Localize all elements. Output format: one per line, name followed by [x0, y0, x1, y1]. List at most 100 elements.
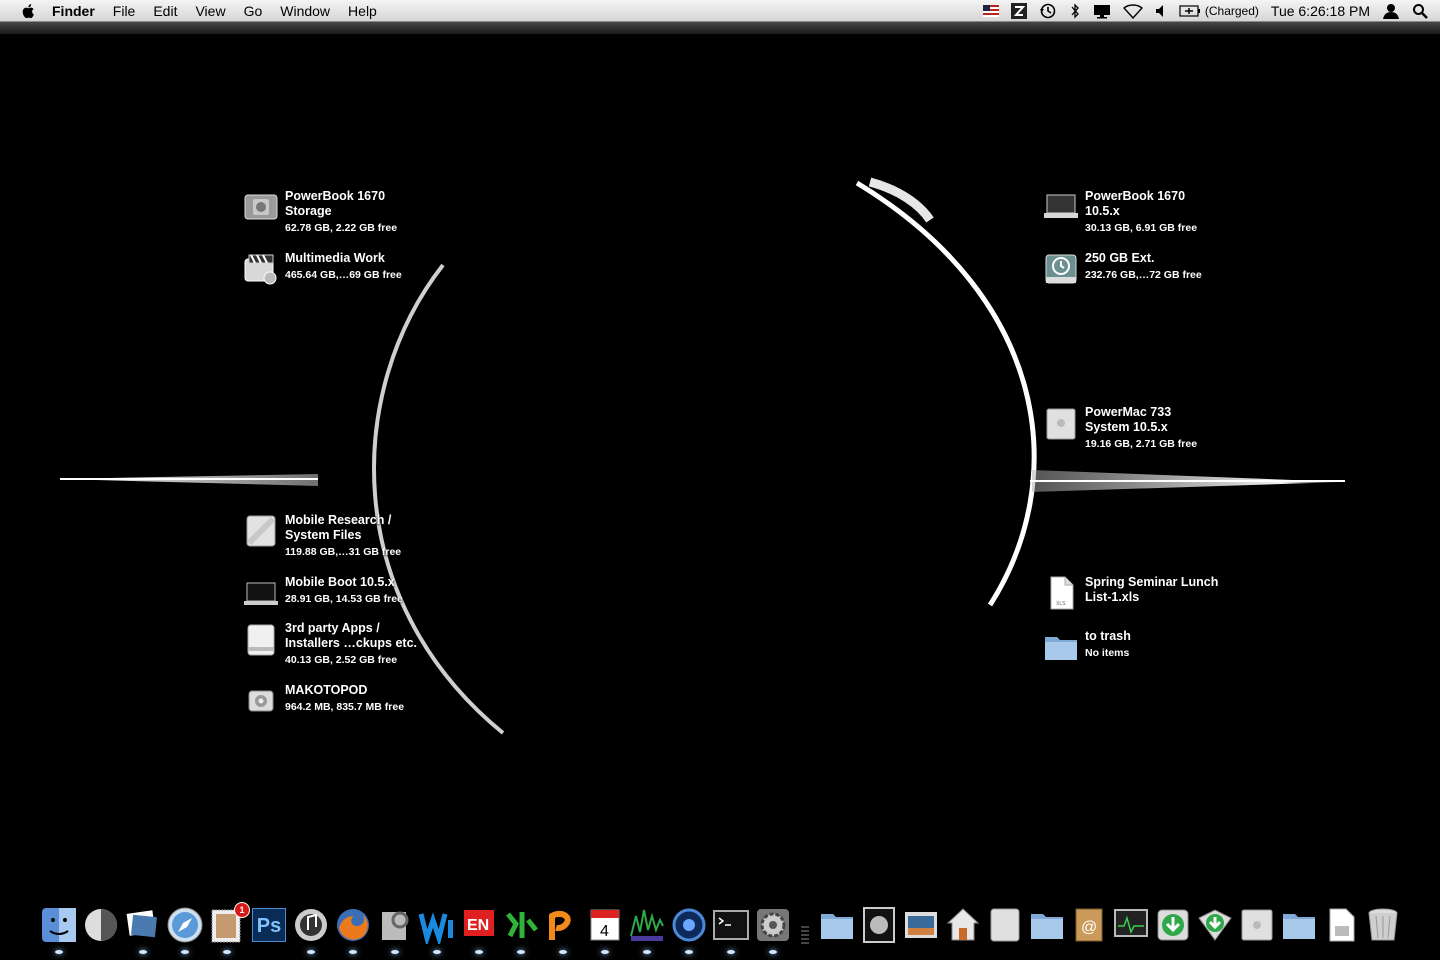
running-indicator — [475, 950, 483, 954]
menu-bar: Finder File Edit View Go Window Help (Ch… — [0, 0, 1440, 22]
menu-help[interactable]: Help — [348, 3, 377, 19]
dock-network[interactable] — [670, 906, 708, 954]
dock-dashboard[interactable] — [82, 906, 120, 944]
finder-icon — [42, 908, 76, 942]
wifi-icon[interactable] — [1122, 3, 1143, 19]
dock-orange-app[interactable] — [544, 906, 582, 954]
dock-green-app[interactable] — [502, 906, 540, 954]
volume-name: PowerBook 1670 Storage — [285, 189, 386, 218]
menu-file[interactable]: File — [113, 3, 136, 19]
dock-downloads-stack[interactable] — [1154, 906, 1192, 944]
dock-moon-stack[interactable] — [860, 906, 898, 944]
menu-edit[interactable]: Edit — [153, 3, 177, 19]
menu-go[interactable]: Go — [244, 3, 263, 19]
desktop-volume-makotopod[interactable]: MAKOTOPOD 964.2 MB, 835.7 MB free — [243, 683, 463, 719]
dock-document-stack[interactable] — [1322, 906, 1360, 944]
display-mirror-icon[interactable] — [1093, 3, 1111, 19]
xls-document-icon: XLS — [1050, 576, 1074, 610]
system-preferences-icon — [757, 909, 789, 941]
menu-finder[interactable]: Finder — [52, 3, 95, 19]
user-icon[interactable] — [1382, 2, 1400, 20]
battery-text: (Charged) — [1204, 4, 1259, 18]
running-indicator — [307, 950, 315, 954]
desktop-folder-to-trash[interactable]: to trash No items — [1043, 629, 1263, 665]
menu-view[interactable]: View — [195, 3, 225, 19]
desktop-volume-250gb-ext[interactable]: 250 GB Ext. 232.76 GB,…72 GB free — [1043, 251, 1263, 287]
running-indicator — [433, 950, 441, 954]
volume-icon[interactable] — [1155, 4, 1167, 18]
desktop-volume-multimedia-work[interactable]: Multimedia Work 465.64 GB,…69 GB free — [243, 251, 463, 287]
us-flag-input-icon[interactable] — [982, 5, 999, 17]
apple-menu-icon[interactable] — [20, 2, 38, 20]
downloads-icon — [1157, 909, 1189, 941]
dock-waveform[interactable] — [628, 906, 666, 954]
dock-folder-stack-2[interactable] — [1028, 906, 1066, 944]
green-app-icon — [506, 912, 538, 938]
dock-finder[interactable] — [40, 906, 78, 954]
running-indicator — [181, 950, 189, 954]
pictures-icon — [905, 912, 937, 938]
desktop-volume-third-party-apps[interactable]: 3rd party Apps / Installers …ckups etc. 4… — [243, 621, 463, 667]
activity-monitor-icon — [1114, 909, 1148, 937]
dock-firefox[interactable] — [334, 906, 372, 954]
en-dictionary-icon: EN — [464, 910, 494, 936]
time-machine-icon[interactable] — [1039, 2, 1057, 20]
svg-text:@: @ — [1081, 919, 1097, 936]
dock-pictures-stack[interactable] — [902, 906, 940, 944]
desktop-file-spring-seminar[interactable]: XLS Spring Seminar Lunch List-1.xls — [1043, 575, 1263, 611]
bluetooth-icon[interactable] — [1069, 3, 1081, 19]
menu-window[interactable]: Window — [280, 3, 330, 19]
time-machine-disk-icon — [1045, 254, 1077, 284]
dock-home-stack[interactable] — [944, 906, 982, 944]
folder-info: No items — [1085, 647, 1130, 659]
ical-icon: 4 — [590, 909, 620, 941]
running-indicator — [223, 950, 231, 954]
running-indicator — [769, 950, 777, 954]
firefox-icon — [337, 909, 369, 941]
running-indicator — [685, 950, 693, 954]
desktop-volume-powerbook-105[interactable]: PowerBook 1670 10.5.x 30.13 GB, 6.91 GB f… — [1043, 189, 1263, 235]
dock-folder-stack-3[interactable] — [1280, 906, 1318, 944]
volume-info: 465.64 GB,…69 GB free — [285, 269, 402, 281]
home-icon — [946, 908, 980, 941]
dock-preview[interactable] — [376, 906, 414, 954]
dock-safari[interactable] — [166, 906, 204, 954]
dock-itunes[interactable] — [292, 906, 330, 954]
dashboard-icon — [85, 909, 117, 941]
network-icon — [672, 908, 706, 942]
folder-icon — [1283, 914, 1315, 939]
menu-clock[interactable]: Tue 6:26:18 PM — [1271, 3, 1370, 19]
dock-activity-monitor[interactable] — [1112, 906, 1150, 944]
running-indicator — [601, 950, 609, 954]
z-app-menu-icon[interactable] — [1010, 3, 1027, 19]
dock-powermac-stack[interactable] — [1238, 906, 1276, 944]
dock-system-preferences[interactable] — [754, 906, 792, 954]
spotlight-icon[interactable] — [1412, 3, 1428, 19]
dock-en-dictionary[interactable]: EN — [460, 906, 498, 954]
dock-terminal[interactable] — [712, 906, 750, 954]
desktop-volume-powerbook-storage[interactable]: PowerBook 1670 Storage 62.78 GB, 2.22 GB … — [243, 189, 463, 235]
dock-folder-stack[interactable] — [818, 906, 856, 944]
dock-ical[interactable]: 4 — [586, 906, 624, 954]
orange-app-icon — [549, 910, 571, 940]
desktop-volume-mobile-research[interactable]: Mobile Research / System Files 119.88 GB,… — [243, 513, 463, 559]
dock-mail-stamp[interactable]: 1 — [208, 902, 250, 954]
volume-info: 19.16 GB, 2.71 GB free — [1085, 438, 1198, 450]
wavelab-icon — [418, 912, 453, 947]
volume-info: 62.78 GB, 2.22 GB free — [285, 222, 398, 234]
dock-trash[interactable] — [1364, 906, 1402, 944]
volume-info: 30.13 GB, 6.91 GB free — [1085, 222, 1198, 234]
itunes-icon — [295, 909, 327, 941]
svg-text:EN: EN — [467, 917, 489, 934]
battery-status[interactable]: (Charged) — [1179, 4, 1259, 18]
downloads-icon — [1198, 909, 1232, 941]
dock-iphoto[interactable] — [124, 906, 162, 954]
dock-documents-stack[interactable] — [986, 906, 1024, 944]
dock-wavelab[interactable] — [418, 906, 456, 954]
desktop-volume-mobile-boot[interactable]: Mobile Boot 10.5.x 28.91 GB, 14.53 GB fre… — [243, 575, 463, 611]
dock-address-stack[interactable]: @ — [1070, 906, 1108, 944]
dock-photoshop[interactable]: Ps — [250, 906, 288, 944]
running-indicator — [139, 950, 147, 954]
dock-downloads-stack-2[interactable] — [1196, 906, 1234, 944]
desktop-volume-powermac-733[interactable]: PowerMac 733 System 10.5.x 19.16 GB, 2.71… — [1043, 405, 1263, 451]
